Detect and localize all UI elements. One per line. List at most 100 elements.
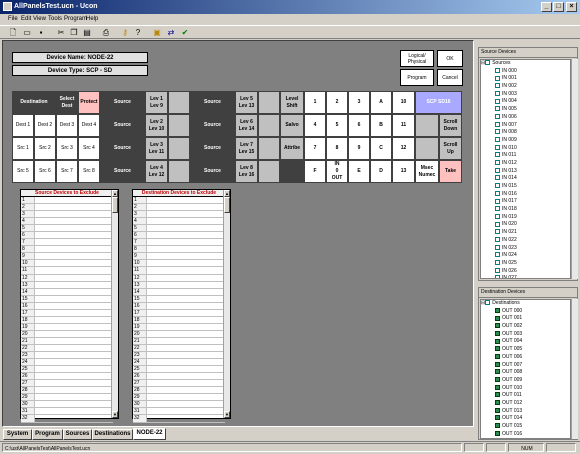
list-row[interactable]: 5	[21, 225, 113, 232]
grid-blank[interactable]	[168, 160, 190, 183]
grid-blank[interactable]	[168, 137, 190, 160]
menu-help[interactable]: Help	[86, 16, 98, 22]
list-row[interactable]: 1	[133, 197, 225, 204]
tree-item[interactable]: IN 013	[481, 168, 570, 176]
list-row[interactable]: 25	[133, 366, 225, 373]
tree-root-sources[interactable]: ⊟Sources	[481, 60, 570, 68]
menu-view[interactable]: View	[33, 16, 46, 22]
list-row[interactable]: 2	[133, 204, 225, 211]
list-row[interactable]: 17	[21, 310, 113, 317]
list-row[interactable]: 4	[133, 218, 225, 225]
list-row[interactable]: 26	[21, 373, 113, 380]
list-row[interactable]: 21	[21, 338, 113, 345]
tree-item[interactable]: IN 005	[481, 106, 570, 114]
tree-item[interactable]: IN 002	[481, 83, 570, 91]
list-row[interactable]: 13	[133, 282, 225, 289]
source-tree[interactable]: ⊟Sources IN 000IN 001IN 002IN 003IN 004I…	[480, 59, 571, 279]
grid-blank[interactable]	[258, 137, 280, 160]
list-row[interactable]: 12	[133, 275, 225, 282]
close-button[interactable]: ×	[566, 2, 577, 12]
grid-key-11[interactable]: 11	[392, 114, 415, 137]
tree-item[interactable]: IN 018	[481, 206, 570, 214]
grid-src-1[interactable]: Src 1	[12, 137, 34, 160]
tree-item[interactable]: IN 015	[481, 183, 570, 191]
list-row[interactable]: 8	[133, 246, 225, 253]
tree-item[interactable]: OUT 013	[481, 408, 570, 416]
tree-item[interactable]: OUT 000	[481, 308, 570, 316]
destination-exclude-list[interactable]: Destination Devices to Exclude 123456789…	[132, 189, 231, 419]
tree-item[interactable]: OUT 014	[481, 415, 570, 423]
list-row[interactable]: 3	[133, 211, 225, 218]
tree-item[interactable]: IN 004	[481, 98, 570, 106]
grid-src-8[interactable]: Src 8	[78, 160, 100, 183]
tree-item[interactable]: IN 001	[481, 75, 570, 83]
list-row[interactable]: 31	[133, 408, 225, 415]
tree-item[interactable]: OUT 017	[481, 438, 570, 439]
tree-item[interactable]: IN 012	[481, 160, 570, 168]
menu-file[interactable]: File	[8, 16, 18, 22]
tree-item[interactable]: IN 025	[481, 260, 570, 268]
tree-item[interactable]: OUT 004	[481, 338, 570, 346]
grid-source-3[interactable]: Source	[100, 137, 145, 160]
grid-key-f[interactable]: F	[304, 160, 326, 183]
list-row[interactable]: 32	[133, 415, 225, 422]
grid-src-7[interactable]: Src 7	[56, 160, 78, 183]
new-icon[interactable]: 🗋	[8, 28, 18, 37]
list-row[interactable]: 11	[133, 267, 225, 274]
grid-lev-3-11[interactable]: Lev 3 Lev 11	[145, 137, 168, 160]
tree-item[interactable]: IN 009	[481, 137, 570, 145]
grid-source-6[interactable]: Source	[190, 114, 235, 137]
program-button[interactable]: Program	[400, 69, 434, 86]
grid-src-5[interactable]: Src 5	[12, 160, 34, 183]
tree-item[interactable]: OUT 002	[481, 323, 570, 331]
grid-blank[interactable]	[258, 91, 280, 114]
save-icon[interactable]: ▪	[36, 28, 46, 37]
tree-item[interactable]: IN 010	[481, 145, 570, 153]
tree-item[interactable]: IN 024	[481, 252, 570, 260]
grid-scroll-up[interactable]: Scroll Up	[439, 137, 462, 160]
list-row[interactable]: 26	[133, 373, 225, 380]
tree-item[interactable]: IN 020	[481, 221, 570, 229]
scrollbar[interactable]: ▲ ▼	[223, 190, 230, 418]
list-row[interactable]: 20	[21, 331, 113, 338]
tree-item[interactable]: IN 016	[481, 191, 570, 199]
list-row[interactable]: 24	[133, 359, 225, 366]
grid-in-out[interactable]: IN 0 OUT	[326, 160, 348, 183]
grid-msec-numec[interactable]: Msec Numec	[415, 160, 439, 183]
list-row[interactable]: 7	[133, 239, 225, 246]
list-row[interactable]: 16	[133, 303, 225, 310]
logical-physical-button[interactable]: Logical/ Physical	[400, 50, 434, 67]
menu-program[interactable]: Program	[64, 16, 87, 22]
grid-key-2[interactable]: 2	[326, 91, 348, 114]
list-row[interactable]: 16	[21, 303, 113, 310]
grid-lev-4-12[interactable]: Lev 4 Lev 12	[145, 160, 168, 183]
grid-lev-5-13[interactable]: Lev 5 Lev 13	[235, 91, 258, 114]
tree-item[interactable]: IN 023	[481, 245, 570, 253]
grid-key-5[interactable]: 5	[326, 114, 348, 137]
list-row[interactable]: 22	[21, 345, 113, 352]
grid-lev-1-9[interactable]: Lev 1 Lev 9	[145, 91, 168, 114]
grid-source-4[interactable]: Source	[100, 160, 145, 183]
grid-key-d[interactable]: D	[370, 160, 392, 183]
grid-src-2[interactable]: Src 2	[34, 137, 56, 160]
list-row[interactable]: 15	[21, 296, 113, 303]
list-row[interactable]: 22	[133, 345, 225, 352]
scroll-thumb[interactable]	[112, 197, 118, 213]
grid-source-1[interactable]: Source	[100, 91, 145, 114]
grid-destination[interactable]: Destination	[12, 91, 56, 114]
list-row[interactable]: 31	[21, 408, 113, 415]
list-row[interactable]: 15	[133, 296, 225, 303]
list-row[interactable]: 29	[133, 394, 225, 401]
list-row[interactable]: 12	[21, 275, 113, 282]
tab-destinations[interactable]: Destinations	[92, 429, 133, 440]
grid-source-8[interactable]: Source	[190, 160, 235, 183]
grid-blank[interactable]	[258, 114, 280, 137]
list-row[interactable]: 23	[133, 352, 225, 359]
scroll-up-arrow-icon[interactable]: ▲	[112, 190, 118, 197]
list-row[interactable]: 32	[21, 415, 113, 422]
list-row[interactable]: 27	[21, 380, 113, 387]
scroll-down-arrow-icon[interactable]: ▼	[224, 411, 230, 418]
grid-key-3[interactable]: 3	[348, 91, 370, 114]
list-row[interactable]: 13	[21, 282, 113, 289]
list-row[interactable]: 1	[21, 197, 113, 204]
